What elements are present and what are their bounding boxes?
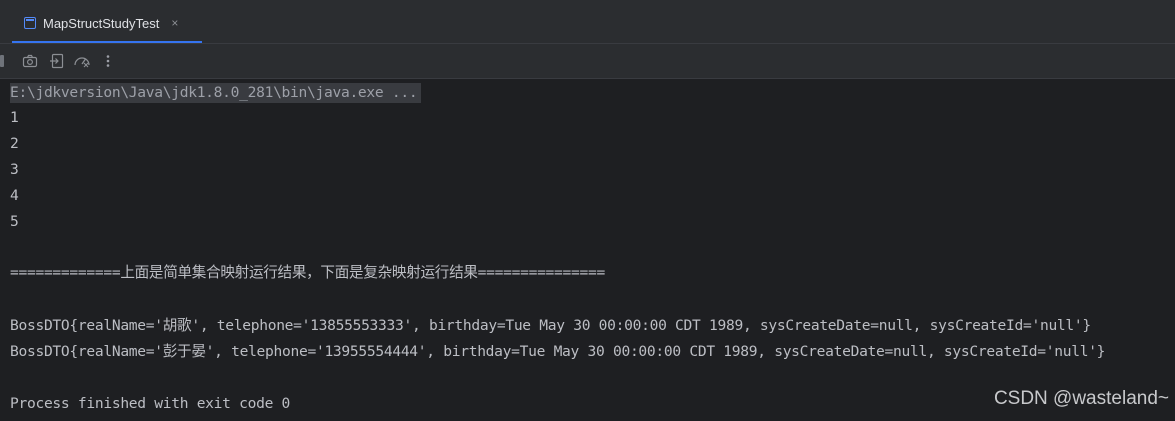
run-console-window: MapStructStudyTest × E:\jdkversion\Java\… bbox=[0, 0, 1175, 421]
more-vertical-icon[interactable] bbox=[99, 52, 117, 70]
process-finished-line: Process finished with exit code 0 bbox=[10, 395, 291, 412]
active-tab-indicator bbox=[12, 41, 202, 43]
console-line: BossDTO{realName='胡歌', telephone='138555… bbox=[10, 317, 1091, 334]
console-line: 4 bbox=[10, 187, 19, 204]
console-output[interactable]: E:\jdkversion\Java\jdk1.8.0_281\bin\java… bbox=[0, 79, 1175, 421]
console-line: 1 bbox=[10, 109, 19, 126]
console-line: 2 bbox=[10, 135, 19, 152]
exit-icon[interactable] bbox=[48, 52, 66, 70]
tab-title: MapStructStudyTest bbox=[43, 15, 160, 31]
gauge-icon[interactable] bbox=[73, 52, 91, 70]
panel-edge-marker bbox=[0, 55, 4, 67]
tab-mapstructstudytest[interactable]: MapStructStudyTest × bbox=[12, 3, 202, 43]
console-window-icon bbox=[24, 17, 36, 29]
console-toolbar bbox=[0, 44, 1175, 79]
console-line: 5 bbox=[10, 213, 19, 230]
console-line: BossDTO{realName='彭于晏', telephone='13955… bbox=[10, 343, 1106, 360]
camera-icon[interactable] bbox=[21, 52, 39, 70]
java-command-line[interactable]: E:\jdkversion\Java\jdk1.8.0_281\bin\java… bbox=[10, 83, 422, 103]
console-line: 3 bbox=[10, 161, 19, 178]
console-line: =============上面是简单集合映射运行结果，下面是复杂映射运行结果==… bbox=[10, 264, 605, 281]
run-tab-bar: MapStructStudyTest × bbox=[0, 3, 1175, 44]
csdn-watermark: CSDN @wasteland~ bbox=[993, 388, 1169, 409]
close-icon[interactable]: × bbox=[171, 16, 178, 30]
